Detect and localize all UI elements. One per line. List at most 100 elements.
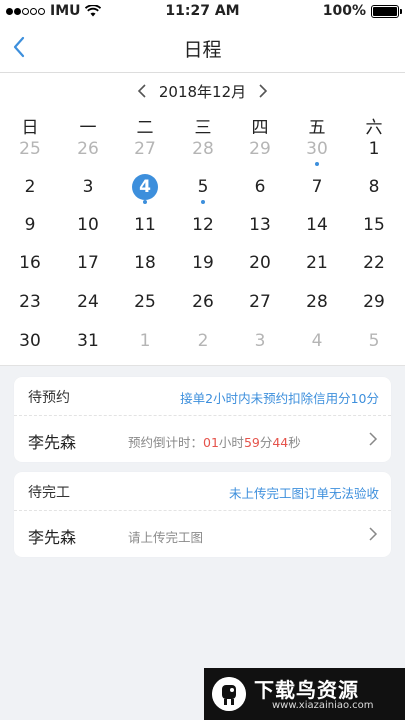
calendar-day[interactable]: 26 xyxy=(185,284,221,320)
day-number: 21 xyxy=(306,253,328,273)
calendar-day[interactable]: 16 xyxy=(12,245,48,281)
calendar-day[interactable]: 1 xyxy=(356,131,392,167)
day-number: 17 xyxy=(77,253,99,273)
day-number: 20 xyxy=(249,253,271,273)
calendar-day[interactable]: 10 xyxy=(70,207,106,243)
calendar-day[interactable]: 29 xyxy=(356,284,392,320)
calendar-day[interactable]: 11 xyxy=(127,207,163,243)
calendar-day[interactable]: 18 xyxy=(127,245,163,281)
calendar-day[interactable]: 8 xyxy=(356,169,392,205)
calendar-day[interactable]: 19 xyxy=(185,245,221,281)
calendar-day[interactable]: 7 xyxy=(299,169,335,205)
chevron-right-icon xyxy=(369,527,378,541)
calendar-day[interactable]: 13 xyxy=(242,207,278,243)
event-dot xyxy=(143,200,147,204)
completion-order-row[interactable]: 李先森 请上传完工图 xyxy=(14,511,391,557)
calendar-day[interactable]: 25 xyxy=(12,131,48,167)
day-number: 31 xyxy=(77,331,99,351)
day-number: 22 xyxy=(363,253,385,273)
calendar-day[interactable]: 3 xyxy=(242,323,278,359)
customer-name: 李先森 xyxy=(28,528,77,547)
calendar-day[interactable]: 25 xyxy=(127,284,163,320)
day-number: 2 xyxy=(24,177,36,197)
day-number: 25 xyxy=(19,139,41,159)
day-number: 29 xyxy=(249,139,271,159)
navigation-bar: 日程 xyxy=(0,22,405,73)
day-number: 8 xyxy=(368,177,380,197)
calendar-day[interactable]: 30 xyxy=(299,131,335,167)
calendar-day[interactable]: 5 xyxy=(356,323,392,359)
calendar-day[interactable]: 15 xyxy=(356,207,392,243)
calendar-day[interactable]: 23 xyxy=(12,284,48,320)
calendar-day[interactable]: 26 xyxy=(70,131,106,167)
prev-month-button[interactable] xyxy=(133,81,153,101)
countdown-minutes: 59 xyxy=(243,435,260,450)
calendar-day[interactable]: 27 xyxy=(127,131,163,167)
calendar-day[interactable]: 29 xyxy=(242,131,278,167)
calendar-day[interactable]: 21 xyxy=(299,245,335,281)
day-number: 30 xyxy=(19,331,41,351)
pending-reservation-card: 待预约 接单2小时内未预约扣除信用分10分 李先森 预约倒计时：01小时59分4… xyxy=(14,377,391,462)
day-number: 28 xyxy=(306,292,328,312)
card-header: 待预约 接单2小时内未预约扣除信用分10分 xyxy=(14,377,391,416)
event-dot xyxy=(201,200,205,204)
next-month-button[interactable] xyxy=(252,81,272,101)
calendar-day[interactable]: 30 xyxy=(12,323,48,359)
calendar-day[interactable]: 28 xyxy=(299,284,335,320)
day-number: 5 xyxy=(197,177,209,197)
calendar-day-selected[interactable]: 4 xyxy=(127,169,163,205)
calendar-day[interactable]: 9 xyxy=(12,207,48,243)
calendar-day[interactable]: 5 xyxy=(185,169,221,205)
countdown-text: 预约倒计时：01小时59分44秒 xyxy=(128,435,301,450)
month-label: 2018年12月 xyxy=(158,82,247,101)
battery-icon xyxy=(371,4,402,18)
calendar-day[interactable]: 22 xyxy=(356,245,392,281)
battery-percent: 100% xyxy=(322,3,366,19)
day-number: 1 xyxy=(139,331,151,351)
calendar-day[interactable]: 6 xyxy=(242,169,278,205)
day-number: 12 xyxy=(192,215,214,235)
day-number: 4 xyxy=(132,174,158,200)
calendar-day[interactable]: 4 xyxy=(299,323,335,359)
day-number: 26 xyxy=(77,139,99,159)
card-status-label: 待完工 xyxy=(28,485,70,501)
day-number: 15 xyxy=(363,215,385,235)
status-bar: IMU 11:27 AM 100% xyxy=(0,0,405,22)
watermark-url: www.xiazainiao.com xyxy=(272,700,374,711)
calendar-day[interactable]: 20 xyxy=(242,245,278,281)
card-status-label: 待预约 xyxy=(28,390,70,406)
calendar-day[interactable]: 2 xyxy=(185,323,221,359)
calendar-day[interactable]: 14 xyxy=(299,207,335,243)
calendar-day[interactable]: 24 xyxy=(70,284,106,320)
card-warning-note: 未上传完工图订单无法验收 xyxy=(228,486,379,501)
pending-completion-card: 待完工 未上传完工图订单无法验收 李先森 请上传完工图 xyxy=(14,472,391,557)
calendar-day[interactable]: 3 xyxy=(70,169,106,205)
page-title: 日程 xyxy=(183,39,222,61)
day-number: 14 xyxy=(306,215,328,235)
day-number: 27 xyxy=(249,292,271,312)
day-number: 1 xyxy=(368,139,380,159)
day-number: 16 xyxy=(19,253,41,273)
day-number: 28 xyxy=(192,139,214,159)
day-number: 27 xyxy=(134,139,156,159)
day-number: 5 xyxy=(368,331,380,351)
watermark-title: 下载鸟资源 xyxy=(254,678,359,702)
card-header: 待完工 未上传完工图订单无法验收 xyxy=(14,472,391,511)
calendar-day[interactable]: 28 xyxy=(185,131,221,167)
calendar-day[interactable]: 1 xyxy=(127,323,163,359)
calendar-day[interactable]: 31 xyxy=(70,323,106,359)
countdown-hours: 01 xyxy=(203,435,219,450)
calendar-day[interactable]: 17 xyxy=(70,245,106,281)
day-number: 30 xyxy=(306,139,328,159)
reservation-order-row[interactable]: 李先森 预约倒计时：01小时59分44秒 xyxy=(14,416,391,462)
calendar-day[interactable]: 27 xyxy=(242,284,278,320)
day-number: 7 xyxy=(311,177,323,197)
chevron-right-icon xyxy=(369,432,378,446)
calendar: 2018年12月 日一二三四五六 25 26 27 28 29 30 1 2 3 4 5 6 7 8 9 10… xyxy=(0,73,405,366)
day-number: 25 xyxy=(134,292,156,312)
calendar-day[interactable]: 2 xyxy=(12,169,48,205)
day-number: 2 xyxy=(197,331,209,351)
calendar-day[interactable]: 12 xyxy=(185,207,221,243)
day-number: 19 xyxy=(192,253,214,273)
day-number: 6 xyxy=(254,177,266,197)
